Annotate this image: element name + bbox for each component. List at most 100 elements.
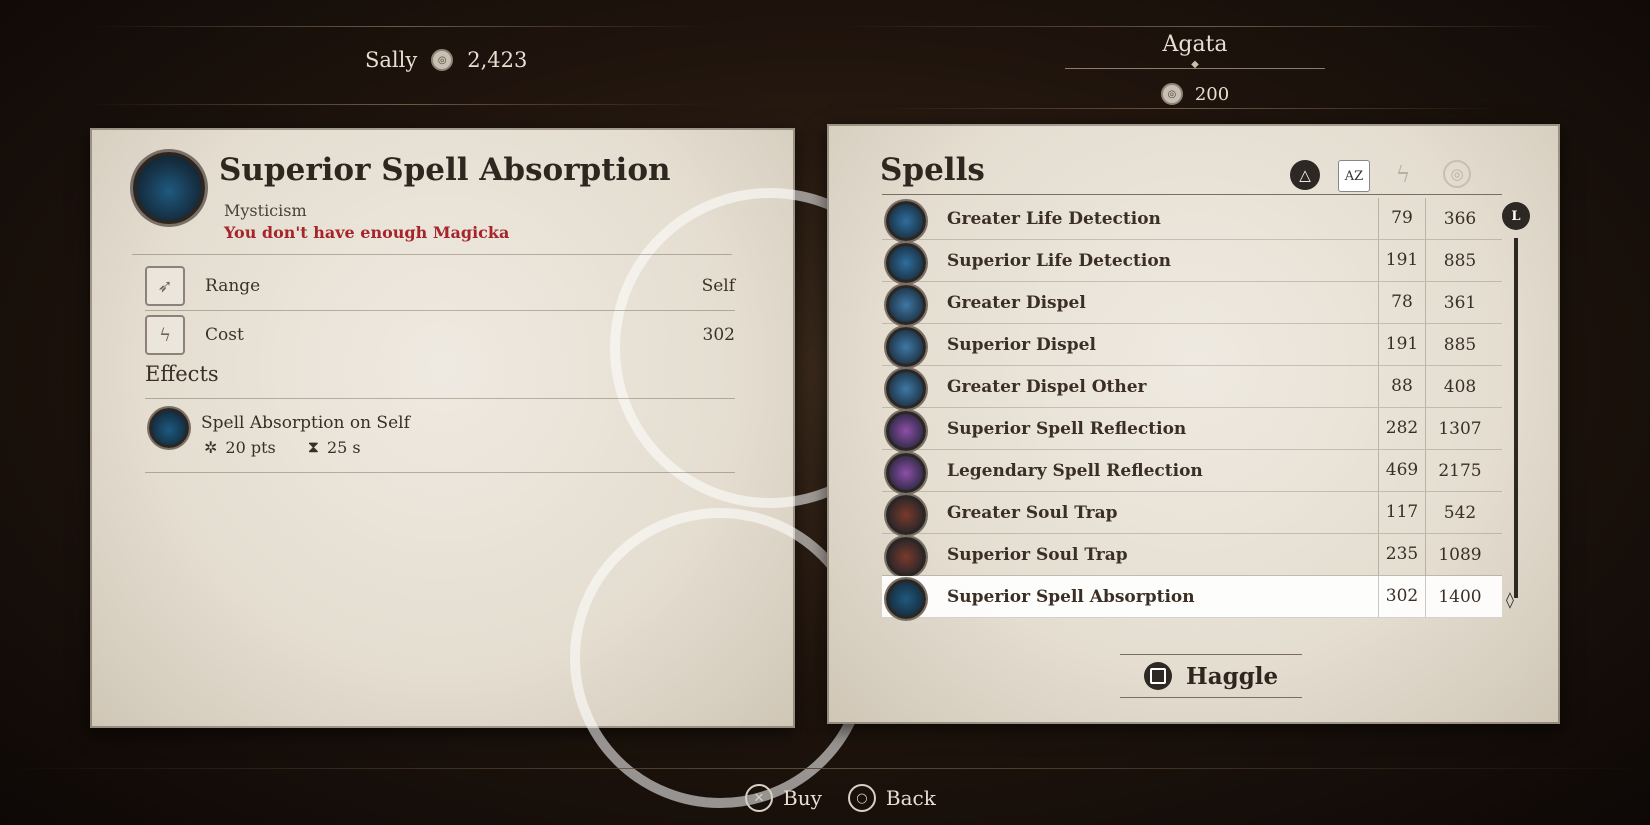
stat-label: Range xyxy=(205,276,261,296)
spell-cost: 88 xyxy=(1378,366,1426,407)
spell-row[interactable]: Greater Dispel 78 361 xyxy=(882,282,1502,325)
divider xyxy=(145,472,735,473)
ornament-divider xyxy=(1065,63,1325,75)
haggle-label: Haggle xyxy=(1186,662,1279,690)
scrollbar-arrow-icon: ◊ xyxy=(1506,590,1514,609)
spell-cost: 282 xyxy=(1378,408,1426,449)
spell-cost: 469 xyxy=(1378,450,1426,491)
spell-name: Superior Spell Absorption xyxy=(947,586,1195,607)
stat-row-cost: ϟ Cost 302 xyxy=(145,313,735,357)
spell-name: Greater Life Detection xyxy=(947,208,1161,229)
soul-trap-icon xyxy=(886,537,926,577)
spell-name: Superior Spell Reflection xyxy=(947,418,1187,439)
buy-prompt[interactable]: Buy xyxy=(783,786,822,810)
spell-name: Superior Life Detection xyxy=(947,250,1172,271)
spell-price: 2175 xyxy=(1438,460,1482,481)
stat-row-range: ➶ Range Self xyxy=(145,264,735,308)
spell-reflection-icon xyxy=(886,411,926,451)
spell-row[interactable]: Legendary Spell Reflection 469 2175 xyxy=(882,450,1502,493)
divider xyxy=(145,398,735,399)
spell-cost: 302 xyxy=(1378,576,1426,617)
dispel-icon xyxy=(886,285,926,325)
player-gold-bar: Sally ◎ 2,423 xyxy=(365,48,527,72)
spell-list: Greater Life Detection 79 366 Superior L… xyxy=(882,198,1502,628)
stat-label: Cost xyxy=(205,325,244,345)
spell-cost: 191 xyxy=(1378,324,1426,365)
spell-row[interactable]: Superior Spell Reflection 282 1307 xyxy=(882,408,1502,451)
effects-heading: Effects xyxy=(145,362,219,386)
life-detection-icon xyxy=(886,201,926,241)
stat-value: Self xyxy=(701,276,735,296)
l-button-icon[interactable]: L xyxy=(1502,202,1530,230)
merchant-name: Agata xyxy=(1162,32,1228,57)
sort-cost-button[interactable]: ϟ xyxy=(1388,160,1418,190)
spell-name: Greater Dispel xyxy=(947,292,1086,313)
scrollbar[interactable] xyxy=(1514,238,1518,598)
footer-divider xyxy=(0,768,1650,769)
effect-icon xyxy=(149,408,189,448)
dispel-icon xyxy=(886,327,926,367)
player-gold: 2,423 xyxy=(467,48,528,72)
divider xyxy=(145,310,735,311)
cross-button-icon[interactable]: ✕ xyxy=(745,784,773,812)
effect-name: Spell Absorption on Self xyxy=(201,413,410,433)
button-prompts: ✕ Buy ○ Back xyxy=(745,784,936,812)
header-divider-right xyxy=(880,108,1500,109)
top-divider-right xyxy=(840,26,1560,27)
spell-row[interactable]: Greater Soul Trap 117 542 xyxy=(882,492,1502,535)
spell-cost: 117 xyxy=(1378,492,1426,533)
decorative-sigil xyxy=(570,508,870,808)
spells-heading: Spells xyxy=(880,152,985,188)
spell-price: 542 xyxy=(1443,502,1477,523)
divider xyxy=(132,254,732,255)
gold-coin-icon: ◎ xyxy=(431,49,454,71)
merchant-panel: Agata ◎ 200 xyxy=(1000,32,1390,105)
hourglass-icon: ⧗ xyxy=(307,437,319,456)
spell-name: Superior Soul Trap xyxy=(947,544,1128,565)
dispel-icon xyxy=(886,369,926,409)
spell-absorption-icon xyxy=(133,152,205,224)
spell-price: 1307 xyxy=(1438,418,1482,439)
spell-name: Greater Soul Trap xyxy=(947,502,1118,523)
spell-price: 885 xyxy=(1443,334,1477,355)
circle-button-icon[interactable]: ○ xyxy=(847,784,876,812)
magicka-cost-icon: ϟ xyxy=(145,315,185,355)
spell-row[interactable]: Superior Dispel 191 885 xyxy=(882,324,1502,367)
stat-value: 302 xyxy=(702,325,735,345)
sort-price-button[interactable]: ◎ xyxy=(1443,160,1471,188)
spell-reflection-icon xyxy=(886,453,926,493)
spell-cost: 235 xyxy=(1378,534,1426,575)
item-school: Mysticism xyxy=(224,201,307,220)
gold-coin-icon: ◎ xyxy=(1160,83,1183,105)
spell-name: Greater Dispel Other xyxy=(947,376,1147,397)
spell-cost: 78 xyxy=(1378,282,1426,323)
magnitude-icon: ✲ xyxy=(204,437,218,457)
spell-row-selected[interactable]: Superior Spell Absorption 302 1400 xyxy=(882,576,1502,619)
spell-row[interactable]: Greater Life Detection 79 366 xyxy=(882,198,1502,241)
triangle-button-icon[interactable]: △ xyxy=(1290,160,1320,190)
haggle-button[interactable]: Haggle xyxy=(1120,654,1303,698)
header-divider-left xyxy=(90,104,710,105)
square-button-icon xyxy=(1144,662,1172,690)
back-prompt[interactable]: Back xyxy=(886,786,936,810)
range-icon: ➶ xyxy=(145,266,185,306)
life-detection-icon xyxy=(886,243,926,283)
spell-name: Legendary Spell Reflection xyxy=(947,460,1203,481)
spell-price: 366 xyxy=(1443,208,1477,229)
list-header-divider xyxy=(882,194,1502,195)
merchant-gold-bar: ◎ 200 xyxy=(1000,83,1390,105)
spell-absorption-icon xyxy=(886,579,926,619)
spell-row[interactable]: Superior Life Detection 191 885 xyxy=(882,240,1502,283)
item-title: Superior Spell Absorption xyxy=(219,152,671,188)
magicka-warning: You don't have enough Magicka xyxy=(224,223,510,242)
player-name: Sally xyxy=(365,48,418,72)
spell-cost: 79 xyxy=(1378,198,1426,239)
sort-alphabetical-button[interactable]: AZ xyxy=(1338,160,1370,192)
spell-row[interactable]: Greater Dispel Other 88 408 xyxy=(882,366,1502,409)
spell-price: 408 xyxy=(1443,376,1477,397)
spell-row[interactable]: Superior Soul Trap 235 1089 xyxy=(882,534,1502,577)
spell-price: 885 xyxy=(1443,250,1477,271)
spell-price: 361 xyxy=(1443,292,1477,313)
effect-duration: 25 s xyxy=(326,437,361,457)
soul-trap-icon xyxy=(886,495,926,535)
